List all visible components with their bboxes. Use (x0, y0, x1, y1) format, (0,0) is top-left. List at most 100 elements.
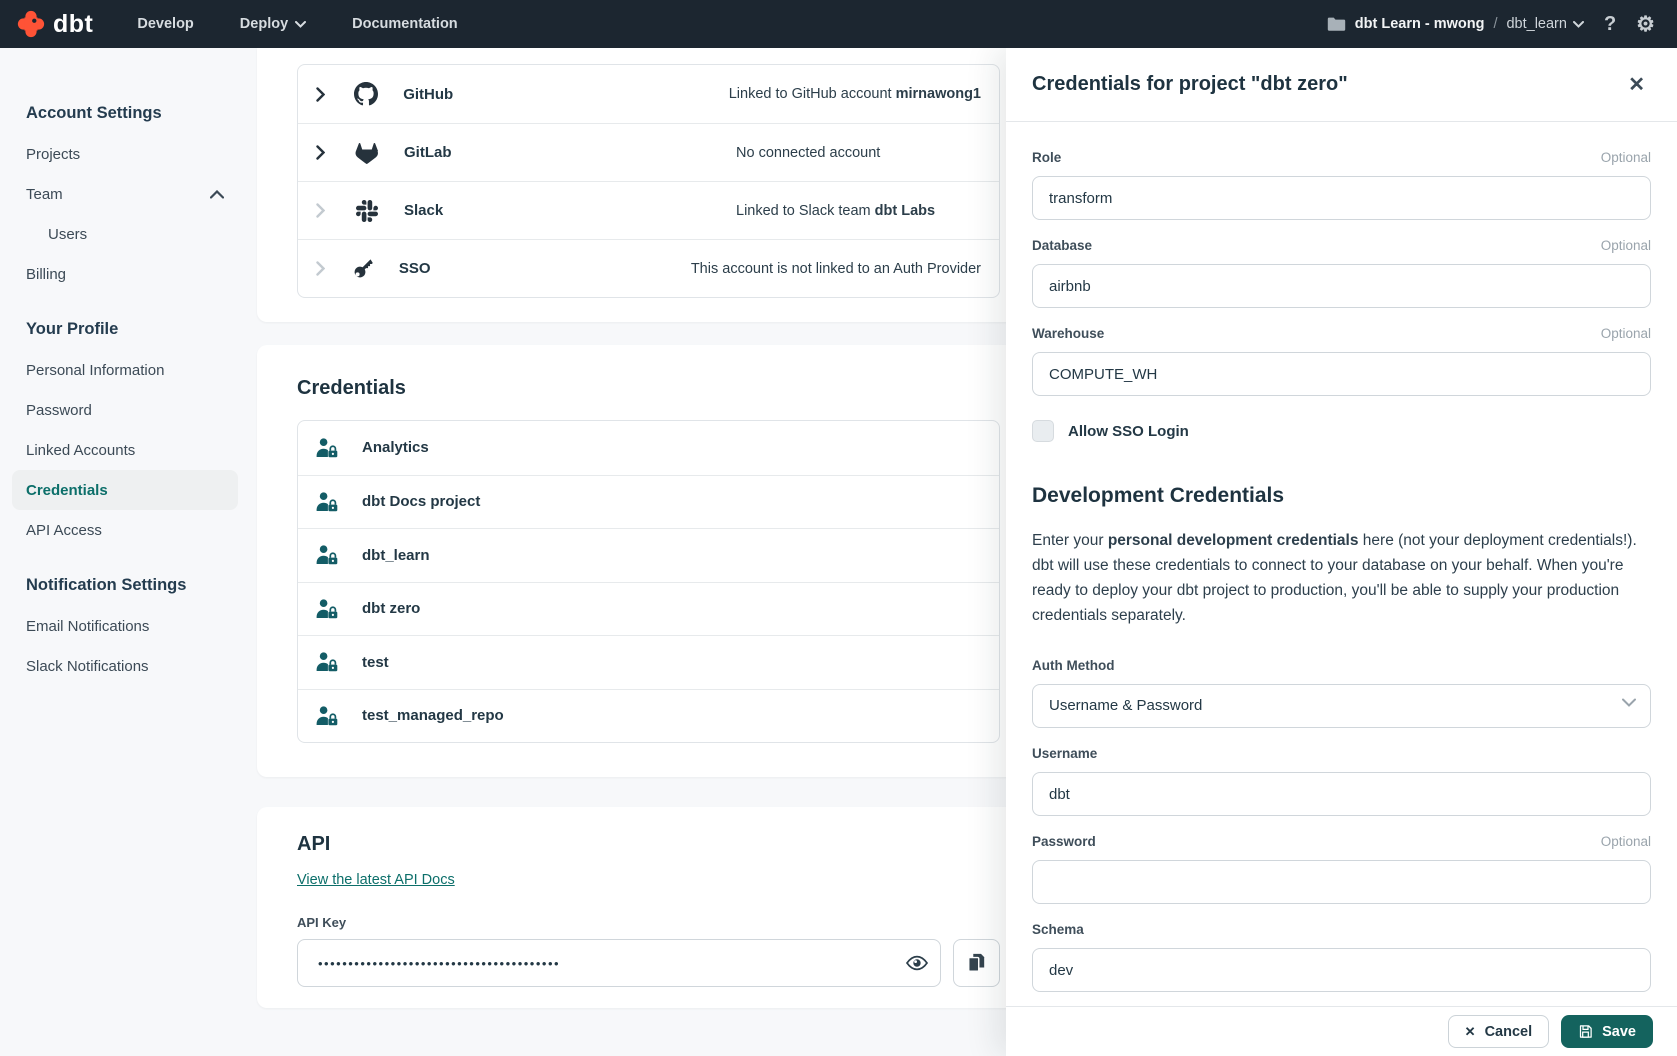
sidebar-item-password[interactable]: Password (0, 390, 250, 430)
username-input[interactable] (1032, 772, 1651, 816)
integration-row-sso[interactable]: SSO This account is not linked to an Aut… (298, 239, 999, 297)
sidebar-item-personal-information[interactable]: Personal Information (0, 350, 250, 390)
api-key-input[interactable] (297, 939, 941, 987)
credential-project-name: dbt_learn (362, 547, 430, 564)
copy-icon (966, 952, 986, 974)
api-heading: API (257, 807, 1040, 856)
schema-field: Schema (1032, 922, 1651, 992)
database-label: Database (1032, 238, 1092, 253)
sidebar-item-email-notifications[interactable]: Email Notifications (0, 606, 250, 646)
eye-icon (905, 951, 929, 975)
user-lock-icon (312, 543, 342, 567)
credential-row-dbt-learn[interactable]: dbt_learn (298, 528, 999, 582)
auth-method-value: Username & Password (1049, 697, 1202, 714)
chevron-down-icon (1573, 21, 1584, 28)
api-key-label: API Key (297, 915, 1000, 930)
project-switcher[interactable]: dbt Learn - mwong / dbt_learn (1327, 16, 1584, 32)
credential-row-test-managed-repo[interactable]: test_managed_repo (298, 689, 999, 743)
dbt-logo[interactable]: dbt (0, 9, 93, 39)
warehouse-field: Warehouse Optional (1032, 326, 1651, 396)
sidebar-item-api-access[interactable]: API Access (0, 510, 250, 550)
username-label: Username (1032, 746, 1097, 761)
gear-icon[interactable]: ⚙ (1636, 14, 1655, 35)
chevron-down-icon (1622, 698, 1636, 707)
integration-name: GitHub (403, 86, 729, 103)
account-name: dbt Learn - mwong (1355, 16, 1485, 32)
database-optional-tag: Optional (1601, 238, 1651, 253)
panel-header: Credentials for project "dbt zero" ✕ (1006, 48, 1677, 122)
project-name: dbt_learn (1506, 16, 1566, 32)
help-icon[interactable]: ? (1604, 14, 1616, 34)
api-docs-link[interactable]: View the latest API Docs (297, 872, 455, 888)
sidebar-item-slack-notifications[interactable]: Slack Notifications (0, 646, 250, 686)
credential-row-dbt-zero[interactable]: dbt zero (298, 582, 999, 636)
password-input[interactable] (1032, 860, 1651, 904)
cancel-button[interactable]: ✕ Cancel (1448, 1015, 1549, 1048)
credentials-card: Credentials Analytics dbt Docs project d… (257, 345, 1040, 777)
integration-row-slack[interactable]: Slack Linked to Slack team dbt Labs (298, 181, 999, 239)
credential-project-name: test_managed_repo (362, 707, 504, 724)
dbt-logo-icon (16, 9, 46, 39)
copy-key-button[interactable] (953, 939, 1000, 987)
nav-develop[interactable]: Develop (137, 16, 193, 32)
chevron-right-icon[interactable] (316, 203, 332, 218)
sidebar-item-users[interactable]: Users (0, 214, 250, 254)
auth-method-field: Auth Method Username & Password (1032, 658, 1651, 728)
warehouse-label: Warehouse (1032, 326, 1104, 341)
credentials-heading: Credentials (257, 345, 1040, 400)
chevron-up-icon (210, 190, 224, 199)
sidebar-item-projects[interactable]: Projects (0, 134, 250, 174)
chevron-right-icon[interactable] (316, 145, 332, 160)
settings-sidebar: Account Settings Projects Team Users Bil… (0, 48, 250, 1056)
allow-sso-row: Allow SSO Login (1032, 420, 1651, 442)
integration-row-github[interactable]: GitHub Linked to GitHub account mirnawon… (298, 65, 999, 123)
nav-documentation[interactable]: Documentation (352, 16, 458, 32)
schema-label: Schema (1032, 922, 1084, 937)
credentials-panel: Credentials for project "dbt zero" ✕ Rol… (1006, 48, 1677, 1056)
password-optional-tag: Optional (1601, 834, 1651, 849)
database-input[interactable] (1032, 264, 1651, 308)
sidebar-item-team[interactable]: Team (0, 174, 250, 214)
close-icon[interactable]: ✕ (1622, 71, 1651, 98)
credential-row-analytics[interactable]: Analytics (298, 421, 999, 475)
top-nav: Develop Deploy Documentation (137, 16, 457, 32)
password-label: Password (1032, 834, 1096, 849)
role-input[interactable] (1032, 176, 1651, 220)
chevron-right-icon[interactable] (316, 261, 330, 276)
credential-project-name: dbt Docs project (362, 493, 480, 510)
credential-project-name: Analytics (362, 439, 429, 456)
credential-row-dbt-docs-project[interactable]: dbt Docs project (298, 475, 999, 529)
warehouse-input[interactable] (1032, 352, 1651, 396)
credential-project-name: test (362, 654, 389, 671)
save-icon (1578, 1024, 1593, 1039)
sidebar-item-linked-accounts[interactable]: Linked Accounts (0, 430, 250, 470)
auth-method-select[interactable]: Username & Password (1032, 684, 1651, 728)
key-icon (352, 258, 375, 280)
save-button[interactable]: Save (1561, 1015, 1653, 1048)
allow-sso-checkbox[interactable] (1032, 420, 1054, 442)
development-credentials-description: Enter your personal development credenti… (1032, 528, 1651, 628)
schema-input[interactable] (1032, 948, 1651, 992)
integration-row-gitlab[interactable]: GitLab No connected account (298, 123, 999, 181)
panel-body: Role Optional Database Optional Warehous… (1006, 122, 1677, 1006)
chevron-right-icon[interactable] (316, 87, 332, 102)
cancel-x-icon: ✕ (1465, 1024, 1476, 1040)
api-card: API View the latest API Docs API Key (257, 807, 1040, 1008)
allow-sso-label: Allow SSO Login (1068, 423, 1189, 440)
integration-status: Linked to GitHub account mirnawong1 (729, 86, 981, 102)
reveal-key-button[interactable] (905, 951, 929, 975)
sidebar-item-billing[interactable]: Billing (0, 254, 250, 294)
credential-row-test[interactable]: test (298, 635, 999, 689)
database-field: Database Optional (1032, 238, 1651, 308)
user-lock-icon (312, 597, 342, 621)
role-label: Role (1032, 150, 1061, 165)
topbar: dbt Develop Deploy Documentation dbt Lea… (0, 0, 1677, 48)
sidebar-item-credentials[interactable]: Credentials (12, 470, 238, 510)
integration-status: This account is not linked to an Auth Pr… (691, 261, 981, 277)
password-field: Password Optional (1032, 834, 1651, 904)
user-lock-icon (312, 704, 342, 728)
nav-deploy[interactable]: Deploy (240, 16, 306, 32)
development-credentials-heading: Development Credentials (1032, 484, 1651, 508)
integration-status: Linked to Slack team dbt Labs (736, 203, 935, 219)
integration-name: GitLab (404, 144, 736, 161)
